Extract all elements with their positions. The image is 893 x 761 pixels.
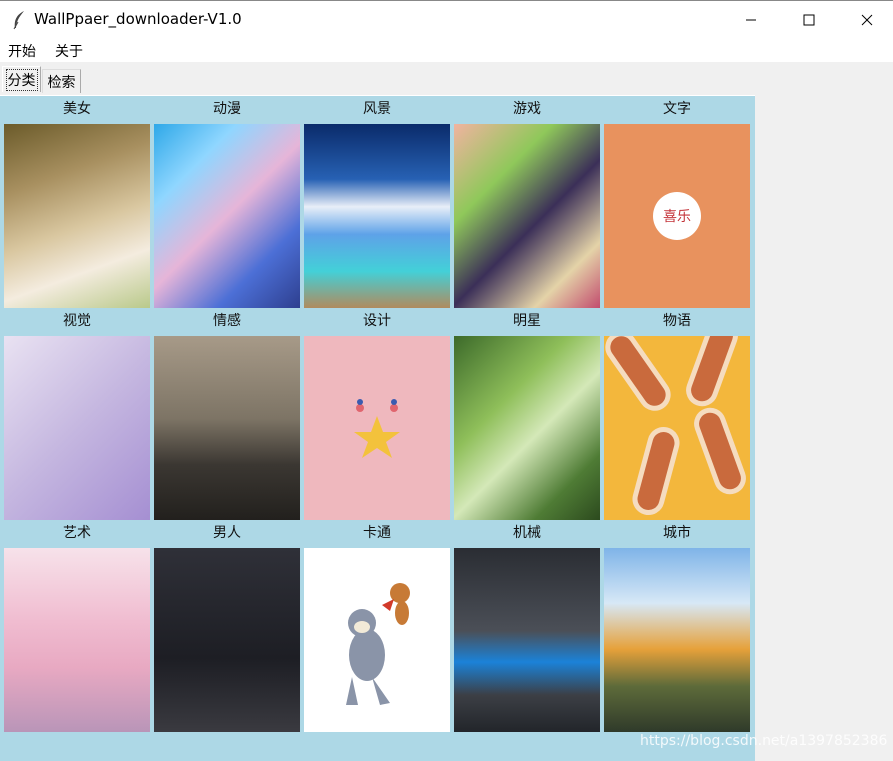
category-cartoon[interactable]: 卡通 xyxy=(302,520,452,732)
window-title: WallPpaer_downloader-V1.0 xyxy=(34,10,242,28)
tab-search[interactable]: 检索 xyxy=(42,69,81,93)
category-thumbnail[interactable] xyxy=(154,336,300,520)
category-thumbnail[interactable] xyxy=(4,124,150,308)
category-label: 情感 xyxy=(213,313,241,329)
category-label: 物语 xyxy=(663,313,691,329)
category-thumbnail[interactable] xyxy=(4,336,150,520)
category-thumbnail[interactable] xyxy=(604,336,750,520)
category-game[interactable]: 游戏 xyxy=(452,96,602,308)
category-anime[interactable]: 动漫 xyxy=(152,96,302,308)
category-thumbnail[interactable]: 喜乐 xyxy=(604,124,750,308)
category-thumbnail[interactable] xyxy=(304,548,450,732)
category-beauty[interactable]: 美女 xyxy=(2,96,152,308)
menu-about[interactable]: 关于 xyxy=(55,41,83,61)
category-thumbnail[interactable] xyxy=(604,548,750,732)
hotdog-shape xyxy=(604,336,677,418)
category-label: 美女 xyxy=(63,101,91,117)
category-thumbnail[interactable] xyxy=(154,548,300,732)
feather-icon xyxy=(13,11,24,30)
hotdog-shape xyxy=(681,336,743,411)
category-label: 明星 xyxy=(513,313,541,329)
category-label: 文字 xyxy=(663,101,691,117)
category-label: 艺术 xyxy=(63,525,91,541)
category-text[interactable]: 文字 喜乐 xyxy=(602,96,752,308)
menu-bar: 开始 关于 xyxy=(0,38,893,62)
category-label: 城市 xyxy=(663,525,691,541)
category-label: 机械 xyxy=(513,525,541,541)
category-label: 动漫 xyxy=(213,101,241,117)
category-city[interactable]: 城市 xyxy=(602,520,752,732)
category-label: 视觉 xyxy=(63,313,91,329)
menu-start[interactable]: 开始 xyxy=(8,41,36,61)
tom-and-jerry-icon xyxy=(346,583,410,705)
maximize-icon xyxy=(803,14,815,25)
category-thumbnail[interactable] xyxy=(454,336,600,520)
category-emotion[interactable]: 情感 xyxy=(152,308,302,520)
category-label: 设计 xyxy=(363,313,391,329)
close-icon xyxy=(861,14,873,25)
category-label: 风景 xyxy=(363,101,391,117)
minimize-button[interactable] xyxy=(722,1,780,38)
maximize-button[interactable] xyxy=(780,1,838,38)
minimize-icon xyxy=(746,19,756,20)
hotdog-shape xyxy=(689,403,750,499)
category-label: 卡通 xyxy=(363,525,391,541)
category-machine[interactable]: 机械 xyxy=(452,520,602,732)
category-visual[interactable]: 视觉 xyxy=(2,308,152,520)
category-thumbnail[interactable] xyxy=(4,548,150,732)
tab-category[interactable]: 分类 xyxy=(2,66,41,92)
hotdog-shape xyxy=(628,423,684,519)
category-story[interactable]: 物语 xyxy=(602,308,752,520)
category-grid: 美女 动漫 风景 游戏 文字 喜乐 视觉 情感 设计 明星 物语 艺术 男人 卡… xyxy=(0,95,755,761)
cartoon-face-icon xyxy=(354,399,400,458)
thumbnail-badge: 喜乐 xyxy=(653,192,701,240)
category-thumbnail[interactable] xyxy=(454,124,600,308)
category-design[interactable]: 设计 xyxy=(302,308,452,520)
category-thumbnail[interactable] xyxy=(454,548,600,732)
category-thumbnail[interactable] xyxy=(304,124,450,308)
watermark: https://blog.csdn.net/a1397852386 xyxy=(640,733,888,749)
category-thumbnail[interactable] xyxy=(304,336,450,520)
category-art[interactable]: 艺术 xyxy=(2,520,152,732)
category-thumbnail[interactable] xyxy=(154,124,300,308)
close-button[interactable] xyxy=(838,1,893,38)
category-star[interactable]: 明星 xyxy=(452,308,602,520)
title-bar: WallPpaer_downloader-V1.0 xyxy=(0,0,893,38)
category-label: 男人 xyxy=(213,525,241,541)
category-man[interactable]: 男人 xyxy=(152,520,302,732)
category-scenery[interactable]: 风景 xyxy=(302,96,452,308)
category-label: 游戏 xyxy=(513,101,541,117)
